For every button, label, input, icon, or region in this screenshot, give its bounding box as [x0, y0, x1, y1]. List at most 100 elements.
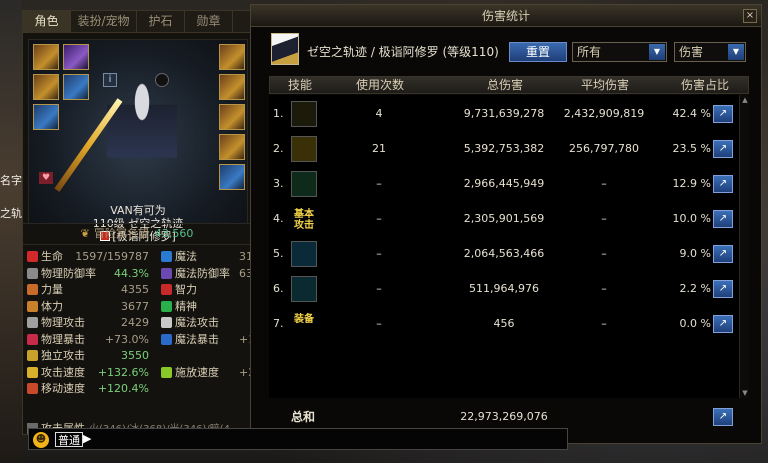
table-row[interactable]: 7. 装备 –456–0.0 % ↗	[269, 307, 739, 341]
scene-left-edge	[0, 0, 22, 463]
equip-slot-bracelet[interactable]	[219, 104, 245, 130]
stat-label: 魔法攻击	[175, 316, 219, 329]
damage-share: 0.0 %	[679, 317, 711, 330]
equip-slot-support[interactable]	[219, 164, 245, 190]
emoji-icon[interactable]: ☻	[33, 432, 49, 448]
stat-left: 攻击速度 +132.6%	[27, 365, 151, 381]
row-index: 3.	[273, 177, 284, 190]
table-row[interactable]: 1. 4 9,731,639,278 2,432,909,819 42.4 % ↗	[269, 97, 739, 131]
tab-medal[interactable]: 勋章	[185, 11, 233, 32]
equip-slot-legs[interactable]	[33, 104, 59, 130]
share-total-button[interactable]: ↗	[713, 408, 733, 426]
tab-character[interactable]: 角色	[23, 11, 71, 32]
stats-list: 生命 1597/159787 魔法313203/3132 物理防御率 44.3% 魔法防御…	[27, 249, 313, 435]
stat-row: 体力 3677 精神	[27, 299, 249, 316]
stat-icon	[27, 366, 38, 378]
damage-share: 10.0 %	[672, 212, 711, 225]
header-count[interactable]: 使用次数	[340, 77, 420, 94]
stat-label: 物理暴击	[41, 332, 85, 346]
row-index: 7.	[273, 317, 284, 330]
stat-icon	[27, 317, 38, 328]
damage-share: 12.9 %	[672, 177, 711, 190]
equip-slot-necklace[interactable]	[219, 74, 245, 100]
stat-left: 体力 3677	[27, 299, 151, 315]
stat-left: 物理攻击 2429	[27, 315, 151, 331]
fame-icon: ❦	[80, 227, 90, 240]
chat-bar[interactable]: ☻ 普通 ▶	[28, 428, 568, 450]
row-index: 5.	[273, 247, 284, 260]
equip-slot-weapon-title[interactable]	[33, 44, 59, 70]
character-sprite	[107, 80, 177, 190]
equip-slot-title[interactable]	[63, 44, 89, 70]
heart-icon[interactable]: ♥	[39, 172, 53, 184]
tab-talisman[interactable]: 护石	[137, 11, 185, 32]
tab-avatar-pet[interactable]: 装扮/宠物	[71, 11, 137, 32]
stat-row: 物理防御率 44.3% 魔法防御率 63	[27, 266, 253, 283]
share-row-button[interactable]: ↗	[713, 105, 733, 123]
close-icon[interactable]: ×	[743, 9, 757, 23]
chevron-down-icon[interactable]: ▼	[728, 44, 744, 60]
use-count: –	[376, 282, 382, 295]
equipment-icon: 装备	[291, 311, 317, 337]
fame-value: 43,560	[154, 227, 194, 240]
stat-label: 魔法	[175, 250, 197, 263]
orb-burst-skill-icon	[291, 241, 317, 267]
stat-row: 物理攻击 2429 魔法攻击	[27, 315, 249, 332]
stat-icon	[27, 300, 38, 312]
equip-slot-top[interactable]	[33, 74, 59, 100]
equip-slot-weapon[interactable]	[219, 44, 245, 70]
row-index: 6.	[273, 282, 284, 295]
scrollbar[interactable]: ▲ ▼	[739, 95, 749, 398]
filter-all-select[interactable]: 所有 ▼	[572, 42, 667, 62]
table-row[interactable]: 5. –2,064,563,466–9.0 % ↗	[269, 237, 739, 271]
filter-type-value: 伤害	[679, 45, 704, 59]
share-row-button[interactable]: ↗	[713, 175, 733, 193]
chat-arrow-icon[interactable]: ▶	[83, 432, 91, 445]
stat-left: 物理暴击 +73.0%	[27, 332, 151, 348]
scroll-down-icon[interactable]: ▼	[740, 388, 750, 398]
chevron-down-icon[interactable]: ▼	[649, 44, 665, 60]
use-count: –	[376, 317, 382, 330]
share-row-button[interactable]: ↗	[713, 245, 733, 263]
stat-row: 生命 1597/159787 魔法313203/3132	[27, 249, 313, 266]
stat-right: 精神	[161, 299, 261, 315]
stat-right	[161, 381, 261, 397]
share-row-button[interactable]: ↗	[713, 280, 733, 298]
table-row[interactable]: 4. 基本 攻击 –2,305,901,569–10.0 % ↗	[269, 202, 739, 236]
character-tabs: 角色 装扮/宠物 护石 勋章	[23, 11, 251, 33]
table-row[interactable]: 2. 21 5,392,753,382 256,797,780 23.5 % ↗	[269, 132, 739, 166]
scroll-up-icon[interactable]: ▲	[740, 95, 750, 105]
share-row-button[interactable]: ↗	[713, 210, 733, 228]
filter-type-select[interactable]: 伤害 ▼	[674, 42, 746, 62]
stat-row: 独立攻击 3550	[27, 348, 249, 365]
stat-icon	[161, 366, 172, 378]
table-row[interactable]: 3. –2,966,445,949–12.9 % ↗	[269, 167, 739, 201]
reset-button[interactable]: 重置	[509, 42, 567, 62]
stat-icon	[27, 383, 38, 394]
equip-slot-head[interactable]	[63, 74, 89, 100]
share-row-button[interactable]: ↗	[713, 140, 733, 158]
row-index: 2.	[273, 142, 284, 155]
damage-share: 2.2 %	[679, 282, 711, 295]
basic-attack-icon: 基本 攻击	[291, 206, 317, 232]
character-panel: 角色 装扮/宠物 护石 勋章 i ♥ VAN有可为 110级 ゼ空之轨迹 [极诣…	[22, 10, 313, 435]
stat-icon	[161, 251, 172, 262]
damage-share: 23.5 %	[672, 142, 711, 155]
window-title: 伤害统计	[251, 5, 761, 27]
equip-slot-ring[interactable]	[219, 134, 245, 160]
fame-row: ❦ 冒险家名望 43,560	[23, 223, 251, 245]
chat-channel[interactable]: 普通	[55, 432, 83, 447]
header-share[interactable]: 伤害占比	[665, 77, 745, 94]
stat-right: 智力	[161, 282, 261, 298]
header-skill[interactable]: 技能	[270, 77, 330, 94]
stat-left: 力量 4355	[27, 282, 151, 298]
stat-right	[161, 348, 261, 364]
row-index: 4.	[273, 212, 284, 225]
stat-value: 1597/159787	[75, 250, 149, 263]
stat-value: 3550	[121, 349, 149, 362]
share-row-button[interactable]: ↗	[713, 315, 733, 333]
character-portrait: i ♥ VAN有可为 110级 ゼ空之轨迹 [极诣阿修罗]	[28, 39, 248, 243]
stat-icon	[27, 251, 38, 262]
stat-label: 生命	[41, 250, 63, 263]
table-row[interactable]: 6. –511,964,976–2.2 % ↗	[269, 272, 739, 306]
